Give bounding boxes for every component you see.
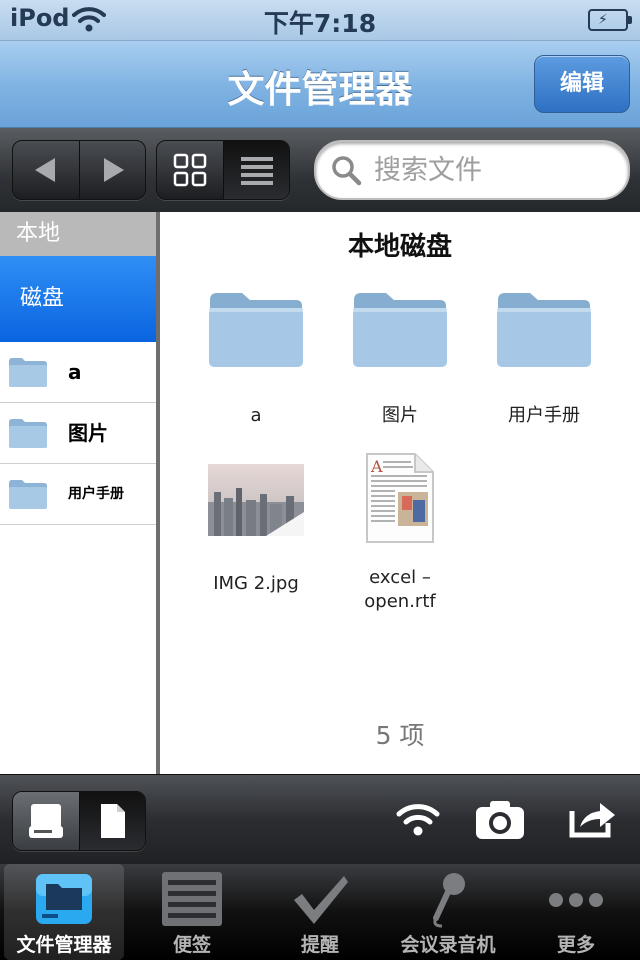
list-view-icon	[240, 157, 273, 185]
folder-icon	[8, 417, 48, 453]
navigation-bar: 文件管理器 编辑	[0, 41, 640, 128]
document-icon: A	[366, 453, 434, 543]
top-toolbar	[0, 128, 640, 212]
status-time: 下午7:18	[263, 9, 377, 38]
search-icon	[332, 156, 362, 186]
file-item-label: 图片	[382, 405, 418, 426]
tab-label: 提醒	[300, 934, 339, 956]
tab-label: 更多	[556, 934, 595, 956]
battery-icon: ⚡	[588, 9, 632, 31]
item-count: 5 项	[375, 721, 425, 750]
document-source-button[interactable]	[80, 792, 145, 850]
file-item-label: a	[250, 405, 262, 426]
folder-icon	[8, 356, 48, 392]
tab-more[interactable]: 更多	[512, 864, 640, 960]
tab-bar: 文件管理器 便签 提醒 会议录音机 更多	[0, 864, 640, 960]
sidebar: 本地 磁盘 a 图片 用户手册	[0, 212, 156, 774]
folder-icon	[209, 293, 303, 367]
tab-notes[interactable]: 便签	[128, 864, 256, 960]
wifi-icon[interactable]	[396, 801, 440, 841]
edit-button[interactable]: 编辑	[534, 55, 630, 113]
tab-meeting-recorder[interactable]: 会议录音机	[384, 864, 512, 960]
file-item-folder-a[interactable]: a	[184, 290, 328, 428]
sidebar-item-disk[interactable]: 磁盘	[0, 256, 156, 342]
sidebar-item-a[interactable]: a	[0, 342, 156, 403]
status-bar: iPod 下午7:18 ⚡	[0, 0, 640, 41]
back-forward-control	[12, 140, 146, 200]
search-input[interactable]	[372, 150, 616, 190]
file-item-label: IMG 2.jpg	[213, 573, 299, 594]
file-item-folder-user-manual[interactable]: 用户手册	[472, 290, 616, 428]
file-item-image[interactable]: IMG 2.jpg	[184, 462, 328, 596]
share-icon[interactable]	[568, 797, 618, 843]
image-thumbnail	[208, 464, 304, 536]
file-browser: 本地磁盘 a 图片 用户手册 IMG 2.jpg A excel – open.…	[160, 212, 640, 774]
tab-label: 文件管理器	[16, 934, 112, 956]
sidebar-item-user-manual[interactable]: 用户手册	[0, 464, 156, 525]
file-item-folder-pictures[interactable]: 图片	[328, 290, 472, 428]
location-title: 本地磁盘	[347, 232, 452, 262]
notes-icon	[128, 870, 256, 928]
back-arrow-icon	[35, 158, 55, 182]
microphone-icon	[384, 870, 512, 928]
document-icon	[100, 804, 125, 838]
local-disk-icon	[29, 804, 63, 838]
sidebar-item-label: 图片	[68, 421, 108, 445]
file-item-document[interactable]: A excel – open.rtf	[328, 452, 472, 614]
tab-label: 会议录音机	[400, 934, 496, 956]
forward-arrow-icon	[103, 158, 124, 182]
more-icon	[512, 870, 640, 928]
file-manager-icon	[4, 870, 124, 928]
tab-label: 便签	[172, 934, 211, 956]
search-field[interactable]	[314, 140, 630, 200]
back-button[interactable]	[13, 141, 79, 199]
tab-file-manager[interactable]: 文件管理器	[4, 864, 124, 960]
grid-view-icon	[173, 153, 207, 187]
folder-icon	[353, 293, 447, 367]
grid-view-button[interactable]	[157, 141, 223, 199]
tab-reminders[interactable]: 提醒	[256, 864, 384, 960]
sidebar-item-label: 用户手册	[68, 486, 124, 502]
folder-icon	[497, 293, 591, 367]
camera-icon[interactable]	[474, 799, 526, 845]
forward-button[interactable]	[80, 141, 145, 199]
file-item-label: excel – open.rtf	[364, 567, 436, 612]
sidebar-item-pictures[interactable]: 图片	[0, 403, 156, 464]
bottom-toolbar	[0, 774, 640, 865]
folder-icon	[8, 478, 48, 514]
svg-text:A: A	[370, 457, 383, 476]
sidebar-header-local: 本地	[0, 212, 156, 256]
sidebar-item-label: a	[68, 360, 82, 384]
file-item-label: 用户手册	[508, 405, 580, 426]
list-view-button[interactable]	[224, 141, 289, 199]
storage-source-control	[12, 791, 146, 851]
local-disk-button[interactable]	[13, 792, 79, 850]
checkmark-icon	[256, 870, 384, 928]
view-mode-control	[156, 140, 290, 200]
